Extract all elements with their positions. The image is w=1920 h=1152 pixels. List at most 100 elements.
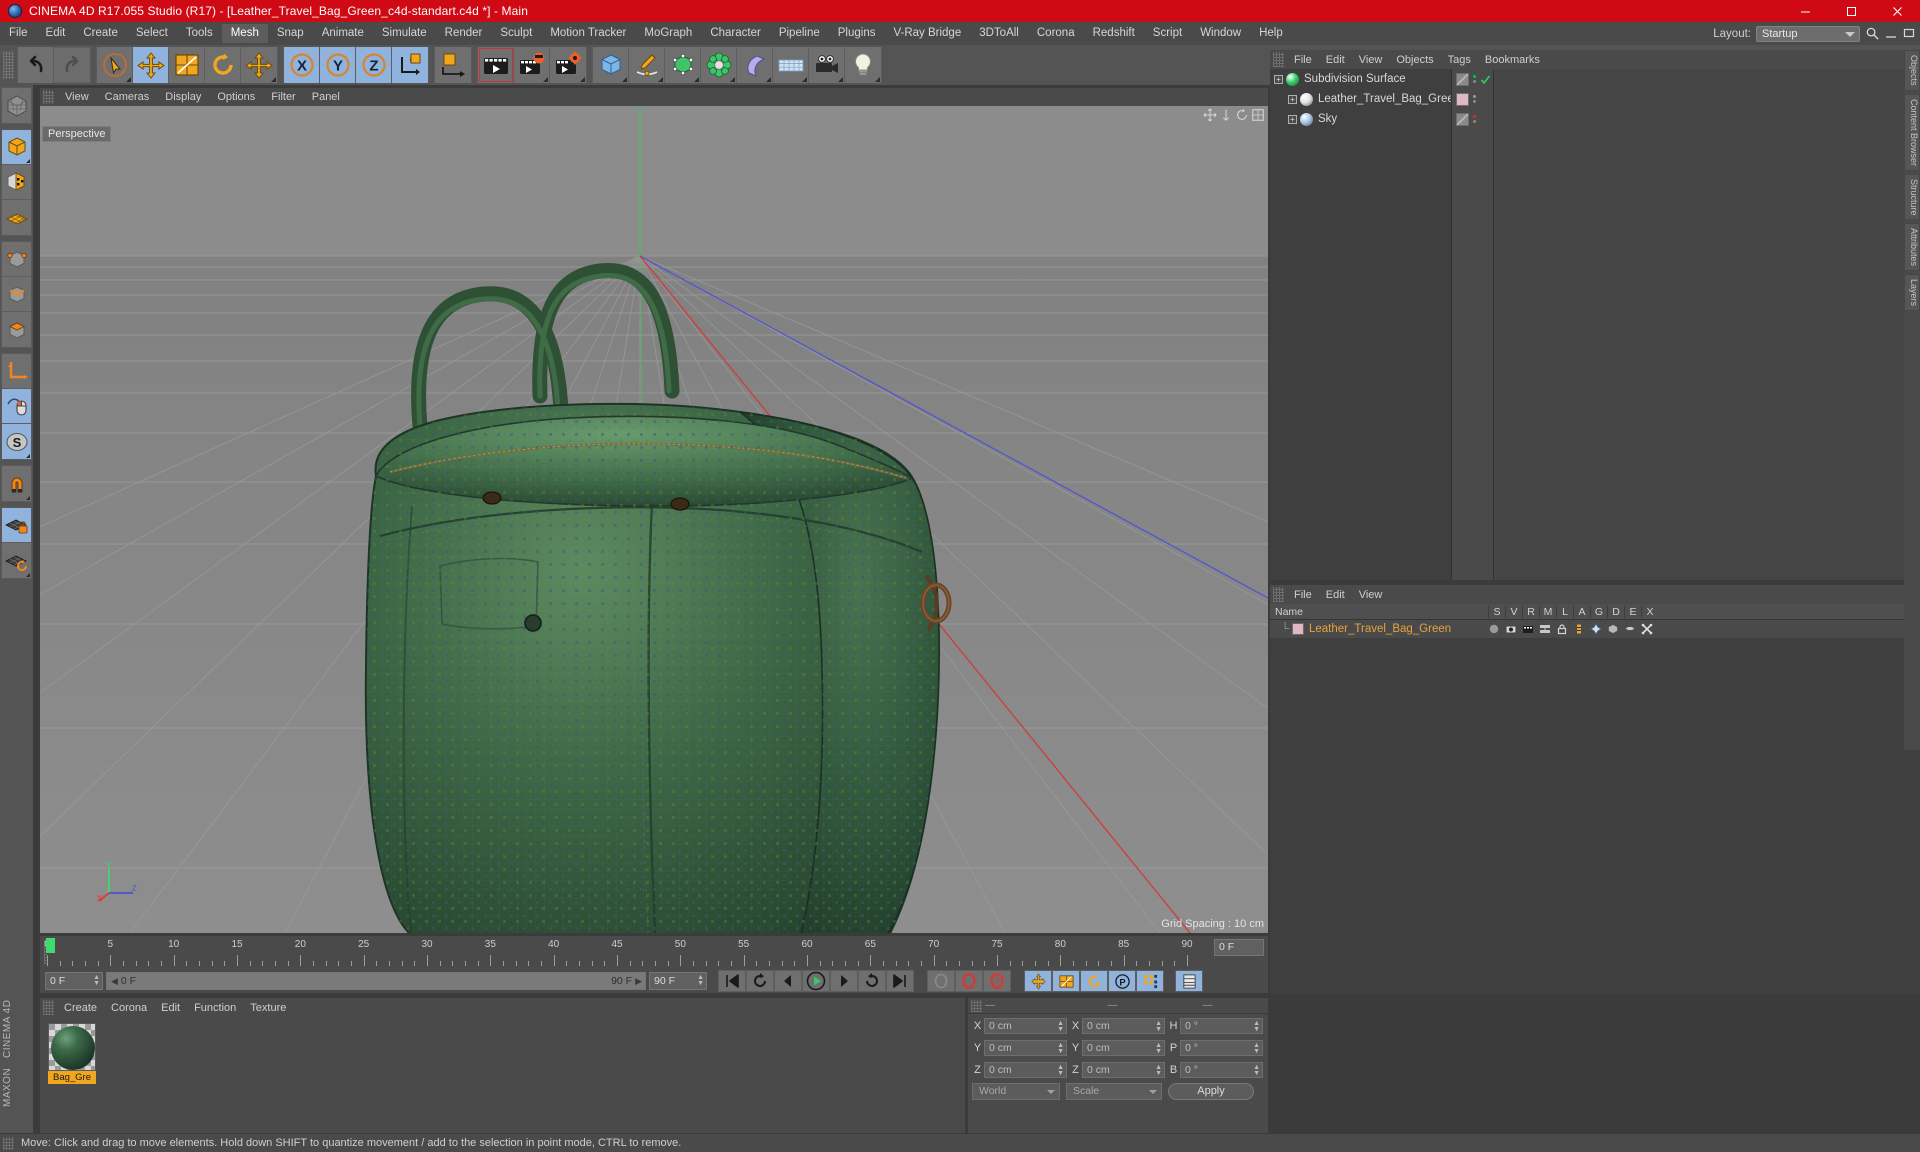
object-menu-bookmarks[interactable]: Bookmarks <box>1478 53 1547 67</box>
material-tag-icon[interactable] <box>1456 112 1469 126</box>
object-tag-row[interactable] <box>1452 109 1493 129</box>
record-active-objects-icon[interactable] <box>955 970 983 992</box>
value-spinner-icon[interactable]: ▲ ▼ <box>1155 1042 1162 1055</box>
matpanel-menu-corona[interactable]: Corona <box>104 1001 154 1015</box>
edge-tab-content-browser[interactable]: Content Browser <box>1904 93 1920 171</box>
rotation-key-icon[interactable] <box>1080 970 1108 992</box>
rotate-view-icon[interactable] <box>1235 108 1249 122</box>
matpanel-menu-edit[interactable]: Edit <box>154 1001 187 1015</box>
object-menu-file[interactable]: File <box>1287 53 1319 67</box>
status-bar-grip[interactable] <box>3 1136 14 1150</box>
coordinate-space-dropdown[interactable]: World <box>972 1083 1060 1100</box>
object-row[interactable]: + Leather_Travel_Bag_Green <box>1270 89 1451 109</box>
workplane-mode-icon[interactable] <box>2 200 31 235</box>
matpanel-menu-texture[interactable]: Texture <box>243 1001 293 1015</box>
go-to-end-icon[interactable] <box>886 970 914 992</box>
edge-tab-layers[interactable]: Layers <box>1904 274 1920 312</box>
object-menu-view[interactable]: View <box>1352 53 1390 67</box>
glow-tag-icon[interactable] <box>1587 623 1604 635</box>
minimize-button[interactable] <box>1782 0 1828 22</box>
render-view-icon[interactable] <box>478 47 514 83</box>
viewport-menu-view[interactable]: View <box>57 90 97 104</box>
menu-sculpt[interactable]: Sculpt <box>491 24 541 43</box>
object-manager-grip[interactable] <box>1273 52 1284 67</box>
scale-key-icon[interactable] <box>1052 970 1080 992</box>
move-dup-icon[interactable] <box>241 47 277 83</box>
value-spinner-icon[interactable]: ▲ ▼ <box>1057 1064 1064 1077</box>
menu-window[interactable]: Window <box>1191 24 1250 43</box>
edge-tab-structure[interactable]: Structure <box>1904 173 1920 221</box>
redo-icon[interactable] <box>54 47 90 83</box>
search-icon[interactable] <box>1865 26 1880 41</box>
expand-collapse-icon[interactable]: + <box>1288 114 1297 124</box>
object-axis-icon[interactable] <box>435 47 471 83</box>
frame-range-slider[interactable]: ◀ 0 F 90 F ▶ <box>106 972 646 990</box>
layout-dropdown[interactable]: Startup <box>1756 25 1860 42</box>
value-spinner-icon[interactable]: ▲ ▼ <box>1057 1042 1064 1055</box>
maximize-panel-icon[interactable] <box>1903 26 1916 41</box>
material-row[interactable]: └ Leather_Travel_Bag_Green <box>1270 620 1920 638</box>
add-spline-icon[interactable] <box>629 47 665 83</box>
maximize-button[interactable] <box>1828 0 1874 22</box>
move-tool-icon[interactable] <box>133 47 169 83</box>
add-light-icon[interactable] <box>845 47 881 83</box>
model-mode-icon[interactable] <box>2 130 31 165</box>
size-z-input[interactable]: 0 cm ▲ ▼ <box>1082 1062 1165 1078</box>
object-menu-edit[interactable]: Edit <box>1319 53 1352 67</box>
render-to-picture-viewer-icon[interactable] <box>514 47 550 83</box>
value-spinner-icon[interactable]: ▲ ▼ <box>1253 1064 1260 1077</box>
menu-mograph[interactable]: MoGraph <box>635 24 701 43</box>
play-backwards-loop-icon[interactable] <box>746 970 774 992</box>
range-left-arrow-icon[interactable]: ◀ <box>111 973 118 989</box>
toolbar-grip[interactable] <box>3 51 14 79</box>
current-frame-field[interactable]: 0 F <box>1214 939 1264 956</box>
xpresso-tag-icon[interactable] <box>1638 623 1655 635</box>
position-key-icon[interactable] <box>1024 970 1052 992</box>
matpanel-menu-function[interactable]: Function <box>187 1001 243 1015</box>
step-forward-icon[interactable] <box>830 970 858 992</box>
rotation-p-input[interactable]: 0 ° ▲ ▼ <box>1180 1040 1263 1056</box>
add-generator-icon[interactable] <box>665 47 701 83</box>
menu-character[interactable]: Character <box>701 24 770 43</box>
menu-file[interactable]: File <box>0 24 37 43</box>
timeline-ruler[interactable]: 051015202530354045505560657075808590 <box>44 938 1235 966</box>
menu-pipeline[interactable]: Pipeline <box>770 24 829 43</box>
points-mode-icon[interactable] <box>2 242 31 277</box>
lock-z-axis-icon[interactable]: Z <box>356 47 392 83</box>
autokey-icon[interactable] <box>927 970 955 992</box>
range-right-arrow-icon[interactable]: ▶ <box>635 973 642 989</box>
keyframe-selection-icon[interactable] <box>1175 970 1203 992</box>
material-manager-grip[interactable] <box>1273 587 1284 602</box>
undo-icon[interactable] <box>18 47 54 83</box>
lock-y-axis-icon[interactable]: Y <box>320 47 356 83</box>
maximize-viewport-icon[interactable] <box>1251 108 1265 122</box>
object-menu-objects[interactable]: Objects <box>1389 53 1440 67</box>
step-back-icon[interactable] <box>774 970 802 992</box>
current-frame-input[interactable]: 0 F ▲ ▼ <box>45 972 103 990</box>
preview-end-input[interactable]: 90 F ▲ ▼ <box>649 972 707 990</box>
frame-spinner-icon[interactable]: ▲ ▼ <box>93 974 100 987</box>
menu-animate[interactable]: Animate <box>313 24 373 43</box>
material-menu-file[interactable]: File <box>1287 588 1319 602</box>
menu-edit[interactable]: Edit <box>37 24 75 43</box>
menu-motion-tracker[interactable]: Motion Tracker <box>541 24 635 43</box>
material-tag-icon[interactable] <box>1536 623 1553 635</box>
soft-selection-icon[interactable]: S <box>2 424 31 459</box>
workplane-rotate-icon[interactable] <box>2 543 31 578</box>
enable-axis-modification-icon[interactable] <box>2 389 31 424</box>
value-spinner-icon[interactable]: ▲ ▼ <box>1155 1064 1162 1077</box>
menu-render[interactable]: Render <box>436 24 492 43</box>
menu-create[interactable]: Create <box>74 24 127 43</box>
menu-3dtoall[interactable]: 3DToAll <box>970 24 1028 43</box>
timeline-playhead[interactable] <box>46 938 55 953</box>
pla-key-icon[interactable] <box>1136 970 1164 992</box>
edge-tab-objects[interactable]: Objects <box>1904 50 1920 91</box>
add-floor-icon[interactable] <box>773 47 809 83</box>
polygons-mode-icon[interactable] <box>2 312 31 347</box>
rotation-b-input[interactable]: 0 ° ▲ ▼ <box>1180 1062 1263 1078</box>
value-spinner-icon[interactable]: ▲ ▼ <box>1155 1020 1162 1033</box>
scale-tool-icon[interactable] <box>169 47 205 83</box>
frame-spinner-icon[interactable]: ▲ ▼ <box>697 974 704 987</box>
menu-script[interactable]: Script <box>1144 24 1191 43</box>
viewport-menu-display[interactable]: Display <box>157 90 209 104</box>
